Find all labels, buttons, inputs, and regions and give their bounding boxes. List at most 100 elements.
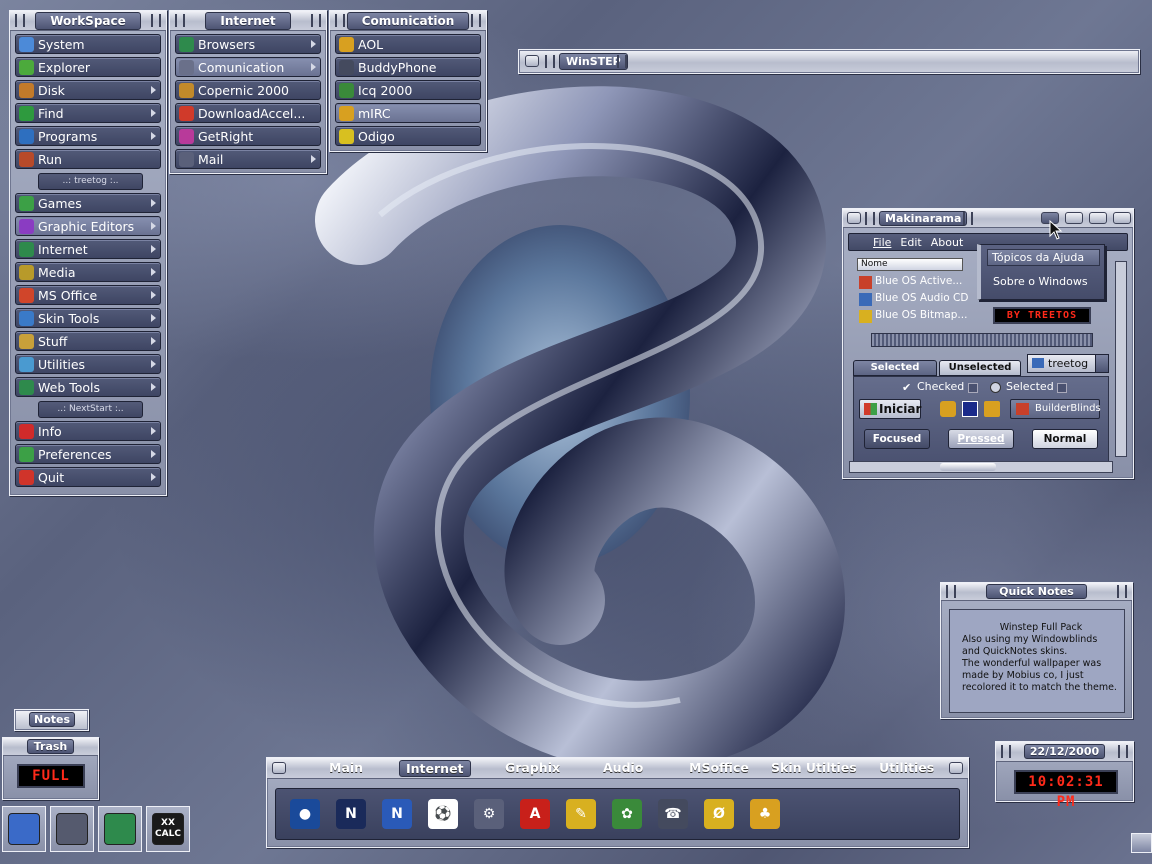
menu-item[interactable]: Games bbox=[15, 193, 161, 213]
odigo-icon[interactable]: Ø bbox=[704, 799, 734, 829]
close-button[interactable] bbox=[1113, 212, 1131, 224]
trash-titlebar[interactable]: Trash bbox=[3, 738, 98, 756]
radio-unselected[interactable] bbox=[1057, 383, 1067, 393]
normal-button[interactable]: Normal bbox=[1032, 429, 1098, 449]
comunication-titlebar[interactable]: Comunication bbox=[330, 11, 486, 31]
monitor-icon[interactable] bbox=[984, 401, 1000, 417]
phone-icon[interactable]: ☎ bbox=[658, 799, 688, 829]
menu-item[interactable]: Media bbox=[15, 262, 161, 282]
workspace-titlebar[interactable]: WorkSpace bbox=[10, 11, 166, 31]
mirc-icon[interactable]: ♣ bbox=[750, 799, 780, 829]
check-icon[interactable]: ✔ bbox=[902, 381, 911, 394]
flag-icon[interactable] bbox=[962, 401, 978, 417]
grip-icon[interactable] bbox=[1117, 585, 1127, 598]
shortcut-icon[interactable] bbox=[2, 806, 46, 852]
radio-selected[interactable] bbox=[990, 382, 1001, 393]
grip-icon[interactable] bbox=[151, 14, 161, 27]
winstep-button[interactable] bbox=[525, 55, 539, 67]
start-button[interactable]: Iniciar bbox=[859, 399, 921, 419]
menu-item[interactable]: Mail bbox=[175, 149, 321, 169]
clock-titlebar[interactable]: 22/12/2000 bbox=[996, 742, 1133, 762]
quicktime-icon[interactable]: ● bbox=[290, 799, 320, 829]
menu-item[interactable]: Info bbox=[15, 421, 161, 441]
draw-icon[interactable]: ✎ bbox=[566, 799, 596, 829]
grip-icon[interactable] bbox=[545, 55, 555, 68]
grip-icon[interactable] bbox=[1118, 745, 1128, 758]
navigator-icon[interactable]: N bbox=[382, 799, 412, 829]
camera-icon[interactable] bbox=[50, 806, 94, 852]
grip-icon[interactable] bbox=[335, 14, 345, 27]
menu-item[interactable]: Disk bbox=[15, 80, 161, 100]
soccer-icon[interactable]: ⚽ bbox=[428, 799, 458, 829]
menu-edit[interactable]: Edit bbox=[900, 236, 921, 249]
menu-file[interactable]: File bbox=[873, 236, 891, 249]
menu-item[interactable]: Browsers bbox=[175, 34, 321, 54]
internet-titlebar[interactable]: Internet bbox=[170, 11, 326, 31]
taskbar-tab[interactable]: MSoffice bbox=[683, 760, 755, 775]
popup-help-topics[interactable]: Tópicos da Ajuda bbox=[987, 249, 1100, 266]
notes-widget[interactable]: Notes bbox=[14, 709, 89, 731]
menu-about[interactable]: About bbox=[931, 236, 964, 249]
file-list-item[interactable]: Blue OS Bitmap... bbox=[857, 309, 967, 326]
corner-button[interactable] bbox=[1131, 833, 1152, 853]
taskbar-tab[interactable]: Skin Utilties bbox=[765, 760, 863, 775]
focused-button[interactable]: Focused bbox=[864, 429, 930, 449]
menu-item[interactable]: mIRC bbox=[335, 103, 481, 123]
menu-item[interactable]: Find bbox=[15, 103, 161, 123]
menu-item[interactable]: System bbox=[15, 34, 161, 54]
grip-icon[interactable] bbox=[175, 14, 185, 27]
vertical-scrollbar[interactable] bbox=[1115, 261, 1127, 457]
menu-item[interactable]: GetRight bbox=[175, 126, 321, 146]
checkbox-unchecked[interactable] bbox=[968, 383, 978, 393]
scrollbar-thumb[interactable] bbox=[940, 463, 996, 471]
menu-item[interactable]: Programs bbox=[15, 126, 161, 146]
quicknotes-titlebar[interactable]: Quick Notes bbox=[941, 583, 1132, 601]
menu-item[interactable]: MS Office bbox=[15, 285, 161, 305]
taskbar-tab[interactable]: Audio bbox=[597, 760, 649, 775]
grip-icon[interactable] bbox=[15, 14, 25, 27]
netscape-icon[interactable]: N bbox=[336, 799, 366, 829]
icq-icon[interactable]: ✿ bbox=[612, 799, 642, 829]
popup-about-windows[interactable]: Sobre o Windows bbox=[993, 275, 1104, 288]
tab-selected[interactable]: Selected bbox=[853, 360, 937, 376]
menu-item[interactable]: Web Tools bbox=[15, 377, 161, 397]
grip-icon[interactable] bbox=[946, 585, 956, 598]
winstep-bar[interactable]: WinSTEP bbox=[518, 49, 1140, 74]
aol-icon[interactable] bbox=[940, 401, 956, 417]
menu-item[interactable]: BuddyPhone bbox=[335, 57, 481, 77]
pressed-button[interactable]: Pressed bbox=[948, 429, 1014, 449]
grip-icon[interactable] bbox=[1001, 745, 1011, 758]
grip-icon[interactable] bbox=[471, 14, 481, 27]
taskbar-tab[interactable]: Main bbox=[323, 760, 369, 775]
grip-icon[interactable] bbox=[963, 212, 973, 225]
menu-item[interactable]: AOL bbox=[335, 34, 481, 54]
menu-item[interactable]: Stuff bbox=[15, 331, 161, 351]
menu-item[interactable]: Internet bbox=[15, 239, 161, 259]
minimize-button[interactable] bbox=[1065, 212, 1083, 224]
menu-item[interactable]: Quit bbox=[15, 467, 161, 487]
file-list-item[interactable]: Blue OS Active... bbox=[857, 275, 967, 292]
calc-icon[interactable]: XX CALC bbox=[146, 806, 190, 852]
taskbar-tab[interactable]: Utilities bbox=[873, 760, 940, 775]
acrobat-icon[interactable]: A bbox=[520, 799, 550, 829]
tab-unselected[interactable]: Unselected bbox=[939, 360, 1021, 376]
menu-item[interactable]: Preferences bbox=[15, 444, 161, 464]
builderblinds-button[interactable]: BuilderBlinds bbox=[1010, 399, 1101, 419]
menu-item[interactable]: Explorer bbox=[15, 57, 161, 77]
maximize-button[interactable] bbox=[1089, 212, 1107, 224]
menu-item[interactable]: Skin Tools bbox=[15, 308, 161, 328]
menu-item[interactable]: Comunication bbox=[175, 57, 321, 77]
horizontal-scrollbar[interactable] bbox=[849, 461, 1113, 473]
grip-icon[interactable] bbox=[617, 55, 627, 68]
combo-dropdown-button[interactable] bbox=[1095, 354, 1109, 373]
grip-icon[interactable] bbox=[311, 14, 321, 27]
taskbar-tab[interactable]: Internet bbox=[399, 760, 471, 777]
network-icon[interactable] bbox=[98, 806, 142, 852]
quicknotes-body[interactable]: Winstep Full Pack Also using my Windowbl… bbox=[949, 609, 1125, 713]
list-header[interactable]: Nome bbox=[857, 258, 963, 271]
menu-item[interactable]: Graphic Editors bbox=[15, 216, 161, 236]
menu-item[interactable]: Icq 2000 bbox=[335, 80, 481, 100]
tools-icon[interactable]: ⚙ bbox=[474, 799, 504, 829]
menu-item[interactable]: Run bbox=[15, 149, 161, 169]
makinarama-titlebar[interactable]: Makinarama bbox=[843, 209, 1133, 228]
